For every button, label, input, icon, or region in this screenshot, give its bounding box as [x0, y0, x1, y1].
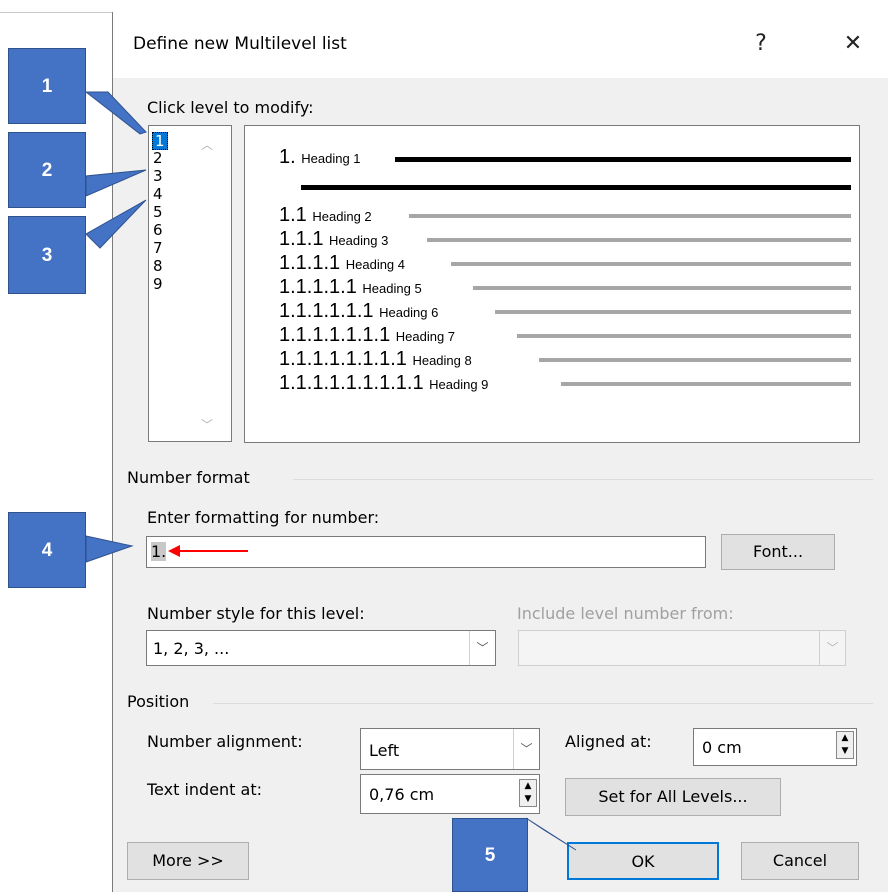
number-style-label: Number style for this level:: [147, 604, 365, 623]
preview-number: 1.1.1.1.1.1.1.1.1: [279, 372, 424, 394]
cancel-button[interactable]: Cancel: [741, 842, 859, 880]
number-alignment-dropdown[interactable]: Left ﹀: [360, 728, 540, 770]
preview-text-bar: [473, 286, 851, 290]
preview-number: 1.1.1.1.1.1: [279, 300, 374, 322]
include-level-dropdown: ﹀: [518, 630, 846, 666]
preview-heading: Heading 2: [312, 209, 372, 224]
preview-row: 1.1.1.1.1.1 Heading 6: [245, 300, 859, 324]
enter-formatting-label: Enter formatting for number:: [147, 508, 380, 527]
title-bar: Define new Multilevel list ? ✕: [113, 12, 888, 78]
preview-heading: Heading 4: [345, 257, 406, 272]
preview-heading: Heading 9: [429, 377, 489, 392]
callout-4: 4: [8, 512, 86, 588]
level-item-2[interactable]: 2: [153, 150, 163, 166]
number-style-value: 1, 2, 3, ...: [153, 639, 230, 658]
preview-number: 1.1.1.1.1.1.1: [279, 324, 391, 346]
preview-row: 1.1.1 Heading 3: [245, 228, 859, 252]
chevron-down-icon[interactable]: ﹀: [469, 631, 495, 665]
preview-text-bar: [539, 358, 851, 362]
more-button[interactable]: More >>: [127, 842, 249, 880]
ok-button[interactable]: OK: [567, 842, 719, 880]
level-list[interactable]: 1 2 3 4 5 6 7 8 9 ︿ ﹀: [148, 125, 232, 442]
scroll-up-icon[interactable]: ︿: [201, 136, 213, 153]
preview-row: 1.1 Heading 2: [245, 204, 859, 228]
preview-text-bar: [517, 334, 851, 338]
level-item-5[interactable]: 5: [153, 204, 163, 220]
callout-5: 5: [452, 818, 528, 892]
number-style-dropdown[interactable]: 1, 2, 3, ... ﹀: [146, 630, 496, 666]
spinner-arrows-icon[interactable]: ▲ ▼: [836, 731, 854, 759]
preview-text-bar: [301, 185, 851, 190]
preview-heading: Heading 6: [379, 305, 439, 320]
preview-text-bar: [395, 157, 851, 162]
level-item-3[interactable]: 3: [153, 168, 163, 184]
preview-heading: Heading 5: [362, 281, 422, 296]
number-format-group-label: Number format: [127, 468, 250, 487]
preview-row: 1.1.1.1.1.1.1.1 Heading 8: [245, 348, 859, 372]
preview-text-bar: [451, 262, 851, 266]
click-level-label: Click level to modify:: [147, 98, 314, 117]
aligned-at-value: 0 cm: [702, 738, 742, 757]
preview-number: 1.1.1.1.1: [279, 276, 357, 298]
position-group-label: Position: [127, 692, 190, 711]
callout-2: 2: [8, 132, 86, 208]
preview-number: 1.: [279, 146, 296, 168]
preview-text-bar: [409, 214, 851, 218]
spinner-arrows-icon[interactable]: ▲ ▼: [519, 779, 537, 807]
dialog-title: Define new Multilevel list: [133, 34, 347, 54]
level-item-6[interactable]: 6: [153, 222, 163, 238]
help-button[interactable]: ?: [743, 26, 779, 62]
preview-heading: Heading 7: [395, 329, 456, 344]
preview-row: 1.1.1.1.1 Heading 5: [245, 276, 859, 300]
preview-text-bar: [561, 382, 851, 386]
chevron-down-icon[interactable]: ﹀: [513, 729, 539, 769]
define-multilevel-list-dialog: Define new Multilevel list ? ✕ Click lev…: [112, 12, 888, 892]
preview-heading: Heading 3: [329, 233, 389, 248]
include-level-label: Include level number from:: [517, 604, 734, 623]
number-alignment-label: Number alignment:: [147, 732, 303, 751]
preview-text-bar: [495, 310, 851, 314]
preview-heading: Heading 8: [412, 353, 472, 368]
preview-number: 1.1: [279, 204, 307, 226]
font-button[interactable]: Font...: [721, 534, 835, 570]
level-item-9[interactable]: 9: [153, 276, 163, 292]
preview-row: 1.1.1.1.1.1.1.1.1 Heading 9: [245, 372, 859, 396]
number-format-value: 1.: [151, 542, 167, 561]
level-item-8[interactable]: 8: [153, 258, 163, 274]
text-indent-value: 0,76 cm: [369, 785, 435, 804]
scroll-down-icon[interactable]: ﹀: [201, 416, 213, 433]
text-indent-label: Text indent at:: [147, 780, 262, 799]
preview-heading: Heading 1: [301, 151, 361, 166]
aligned-at-spinner[interactable]: 0 cm ▲ ▼: [693, 728, 857, 766]
preview-number: 1.1.1.1: [279, 252, 341, 274]
set-for-all-levels-button[interactable]: Set for All Levels...: [565, 778, 781, 816]
preview-number: 1.1.1: [279, 228, 324, 250]
preview-number: 1.1.1.1.1.1.1.1: [279, 348, 407, 370]
callout-1: 1: [8, 48, 86, 124]
callout-3: 3: [8, 216, 86, 294]
close-button[interactable]: ✕: [835, 26, 871, 62]
list-preview: 1. Heading 1 1.1 Heading 2 1.1.1 Heading…: [244, 125, 860, 443]
level-item-4[interactable]: 4: [153, 186, 163, 202]
group-divider: [213, 703, 873, 704]
chevron-down-icon: ﹀: [819, 631, 845, 665]
number-format-input[interactable]: 1.: [146, 536, 706, 568]
preview-text-bar: [427, 238, 851, 242]
preview-row: 1.1.1.1.1.1.1 Heading 7: [245, 324, 859, 348]
level-item-1[interactable]: 1: [152, 132, 168, 150]
preview-row: 1. Heading 1: [245, 146, 859, 170]
text-indent-spinner[interactable]: 0,76 cm ▲ ▼: [360, 774, 540, 814]
aligned-at-label: Aligned at:: [565, 732, 652, 751]
preview-row: 1.1.1.1 Heading 4: [245, 252, 859, 276]
group-divider: [293, 479, 873, 480]
number-alignment-value: Left: [369, 741, 400, 760]
level-item-7[interactable]: 7: [153, 240, 163, 256]
